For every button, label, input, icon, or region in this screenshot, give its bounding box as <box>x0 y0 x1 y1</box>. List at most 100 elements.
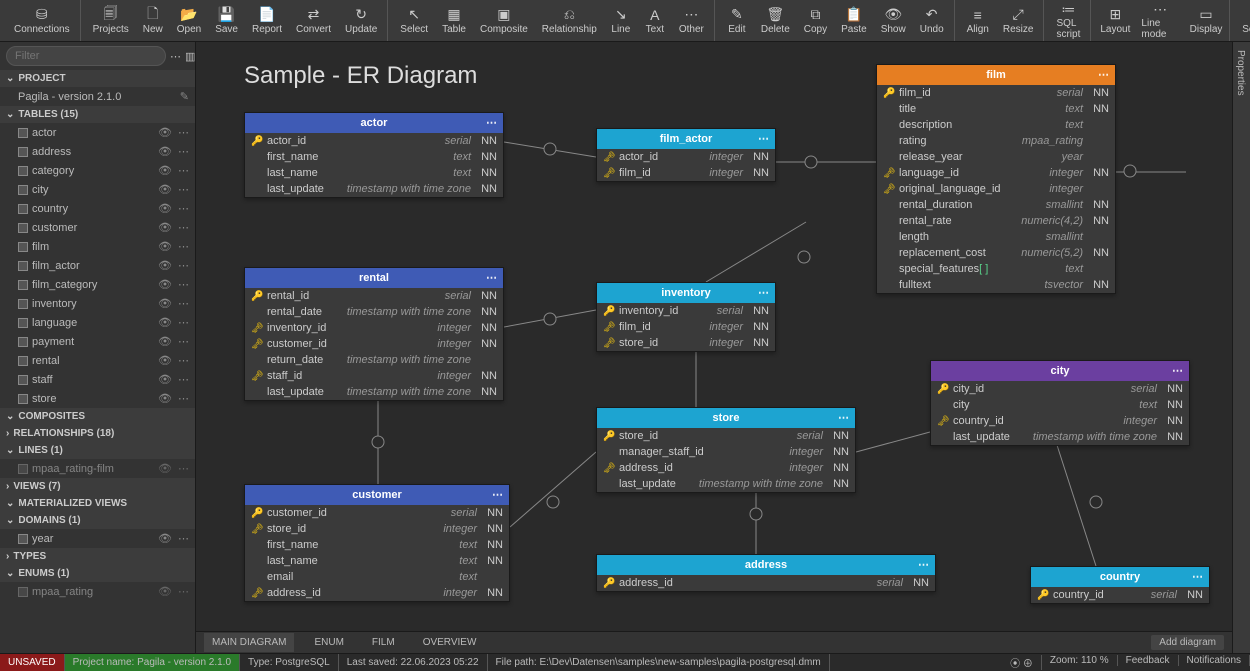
column-customer_id[interactable]: 🗝customer_idintegerNN <box>245 336 503 352</box>
eye-icon[interactable]: 👁 <box>158 183 172 196</box>
layout-button[interactable]: ⊞Layout <box>1097 2 1133 40</box>
table-header-film_actor[interactable]: film_actor⋯ <box>597 129 775 149</box>
tree-item-film_category[interactable]: film_category👁⋯ <box>0 275 195 294</box>
tree-hdr-enums[interactable]: ⌄ ENUMS (1) <box>0 565 195 582</box>
canvas[interactable]: Sample - ER Diagram actor⋯🔑actor_idseria… <box>196 42 1250 653</box>
column-last_name[interactable]: last_nametextNN <box>245 165 503 181</box>
column-city_id[interactable]: 🔑city_idserialNN <box>931 381 1189 397</box>
tree-item-enum-mpaa_rating[interactable]: mpaa_rating👁⋯ <box>0 582 195 601</box>
tree-hdr-mviews[interactable]: ⌄ MATERIALIZED VIEWS <box>0 495 195 512</box>
table-header-country[interactable]: country⋯ <box>1031 567 1209 587</box>
filter-input[interactable] <box>6 46 166 66</box>
resize-button[interactable]: ⤢Resize <box>997 2 1040 40</box>
tree-item-inventory[interactable]: inventory👁⋯ <box>0 294 195 313</box>
eye-icon[interactable]: 👁 <box>158 145 172 158</box>
composite-button[interactable]: ▣Composite <box>474 2 534 40</box>
table-header-actor[interactable]: actor⋯ <box>245 113 503 133</box>
open-button[interactable]: 📂Open <box>171 2 207 40</box>
column-last_update[interactable]: last_updatetimestamp with time zoneNN <box>245 384 503 400</box>
tree-hdr-views[interactable]: › VIEWS (7) <box>0 478 195 495</box>
tree-hdr-relationships[interactable]: › RELATIONSHIPS (18) <box>0 425 195 442</box>
tree-item-rental[interactable]: rental👁⋯ <box>0 351 195 370</box>
more-icon[interactable]: ⋯ <box>178 585 189 598</box>
tree-hdr-tables[interactable]: ⌄ TABLES (15) <box>0 106 195 123</box>
column-language_id[interactable]: 🗝language_idintegerNN <box>877 165 1115 181</box>
edit-icon[interactable]: ✎ <box>180 90 189 103</box>
column-rental_date[interactable]: rental_datetimestamp with time zoneNN <box>245 304 503 320</box>
more-icon[interactable]: ⋯ <box>178 259 189 272</box>
tree-item-payment[interactable]: payment👁⋯ <box>0 332 195 351</box>
table-city[interactable]: city⋯🔑city_idserialNNcitytextNN🗝country_… <box>930 360 1190 446</box>
eye-icon[interactable]: 👁 <box>158 532 172 545</box>
column-actor_id[interactable]: 🔑actor_idserialNN <box>245 133 503 149</box>
more-icon[interactable]: ⋯ <box>178 164 189 177</box>
more-icon[interactable]: ⋯ <box>486 271 497 284</box>
column-rating[interactable]: ratingmpaa_rating <box>877 133 1115 149</box>
column-title[interactable]: titletextNN <box>877 101 1115 117</box>
status-notifications[interactable]: Notifications <box>1179 655 1250 666</box>
more-icon[interactable]: ⋯ <box>918 558 929 571</box>
column-email[interactable]: emailtext <box>245 569 509 585</box>
more-icon[interactable]: ⋯ <box>178 462 189 475</box>
column-inventory_id[interactable]: 🗝inventory_idintegerNN <box>245 320 503 336</box>
display-button[interactable]: ▭Display <box>1187 2 1225 40</box>
more-icon[interactable]: ⋯ <box>178 354 189 367</box>
tab-main-diagram[interactable]: MAIN DIAGRAM <box>204 633 294 652</box>
tab-film[interactable]: FILM <box>364 633 403 652</box>
copy-button[interactable]: ⧉Copy <box>798 2 833 40</box>
more-icon[interactable]: ⋯ <box>178 126 189 139</box>
tree-hdr-composites[interactable]: ⌄ COMPOSITES <box>0 408 195 425</box>
eye-icon[interactable]: 👁 <box>158 462 172 475</box>
eye-icon[interactable]: 👁 <box>158 259 172 272</box>
eye-icon[interactable]: 👁 <box>158 278 172 291</box>
tree-item-project[interactable]: Pagila - version 2.1.0✎ <box>0 87 195 106</box>
eye-icon[interactable]: 👁 <box>158 202 172 215</box>
status-zoom[interactable]: Zoom: 110 % <box>1042 655 1118 666</box>
eye-icon[interactable]: 👁 <box>158 373 172 386</box>
column-rental_duration[interactable]: rental_durationsmallintNN <box>877 197 1115 213</box>
eye-icon[interactable]: 👁 <box>158 316 172 329</box>
column-address_id[interactable]: 🗝address_idintegerNN <box>245 585 509 601</box>
table-header-inventory[interactable]: inventory⋯ <box>597 283 775 303</box>
eye-icon[interactable]: 👁 <box>158 392 172 405</box>
column-country_id[interactable]: 🔑country_idserialNN <box>1031 587 1209 603</box>
tree-item-city[interactable]: city👁⋯ <box>0 180 195 199</box>
column-film_id[interactable]: 🔑film_idserialNN <box>877 85 1115 101</box>
more-icon[interactable]: ⋯ <box>178 240 189 253</box>
tree-hdr-lines[interactable]: ⌄ LINES (1) <box>0 442 195 459</box>
column-store_id[interactable]: 🗝store_idintegerNN <box>597 335 775 351</box>
more-icon[interactable]: ⋯ <box>178 221 189 234</box>
more-icon[interactable]: ⋯ <box>178 316 189 329</box>
line-button[interactable]: ↘Line <box>605 2 637 40</box>
column-film_id[interactable]: 🗝film_idintegerNN <box>597 319 775 335</box>
projects-button[interactable]: 🗐Projects <box>87 2 135 40</box>
more-icon[interactable]: ⋯ <box>178 297 189 310</box>
eye-icon[interactable]: 👁 <box>158 585 172 598</box>
eye-icon[interactable]: 👁 <box>158 164 172 177</box>
column-first_name[interactable]: first_nametextNN <box>245 149 503 165</box>
connections-button[interactable]: ⛁Connections <box>8 2 76 40</box>
other-button[interactable]: ⋯Other <box>673 2 710 40</box>
table-header-rental[interactable]: rental⋯ <box>245 268 503 288</box>
column-description[interactable]: descriptiontext <box>877 117 1115 133</box>
save-button[interactable]: 💾Save <box>209 2 244 40</box>
table-address[interactable]: address⋯🔑address_idserialNN <box>596 554 936 592</box>
eye-icon[interactable]: 👁 <box>158 126 172 139</box>
tree-hdr-domains[interactable]: ⌄ DOMAINS (1) <box>0 512 195 529</box>
eye-icon[interactable]: 👁 <box>158 297 172 310</box>
column-staff_id[interactable]: 🗝staff_idintegerNN <box>245 368 503 384</box>
convert-button[interactable]: ⇄Convert <box>290 2 337 40</box>
more-icon[interactable]: ⋯ <box>1098 68 1109 81</box>
align-button[interactable]: ≡Align <box>961 2 995 40</box>
column-rental_rate[interactable]: rental_ratenumeric(4,2)NN <box>877 213 1115 229</box>
table-button[interactable]: ▦Table <box>436 2 472 40</box>
tab-overview[interactable]: OVERVIEW <box>415 633 485 652</box>
column-film_id[interactable]: 🗝film_idintegerNN <box>597 165 775 181</box>
column-rental_id[interactable]: 🔑rental_idserialNN <box>245 288 503 304</box>
table-country[interactable]: country⋯🔑country_idserialNN <box>1030 566 1210 604</box>
table-header-customer[interactable]: customer⋯ <box>245 485 509 505</box>
table-header-store[interactable]: store⋯ <box>597 408 855 428</box>
column-manager_staff_id[interactable]: manager_staff_idintegerNN <box>597 444 855 460</box>
table-store[interactable]: store⋯🔑store_idserialNNmanager_staff_idi… <box>596 407 856 493</box>
more-icon[interactable]: ⋯ <box>178 392 189 405</box>
